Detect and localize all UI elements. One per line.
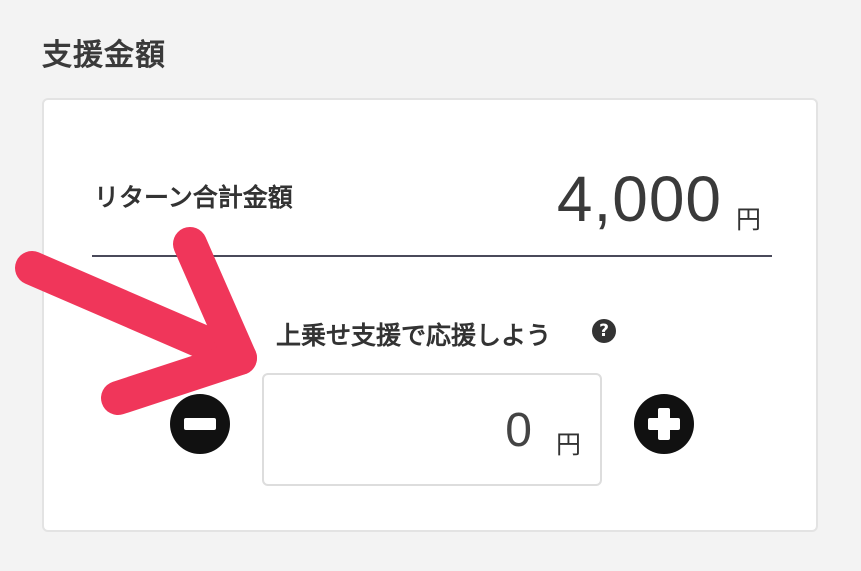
divider bbox=[92, 255, 772, 257]
total-label: リターン合計金額 bbox=[94, 183, 293, 212]
decrease-button[interactable] bbox=[170, 394, 230, 454]
question-circle-icon[interactable]: ? bbox=[592, 319, 616, 343]
page: 支援金額 リターン合計金額 4,000 円 上乗せ支援で応援しよう ? 円 bbox=[0, 0, 861, 571]
extra-amount-unit: 円 bbox=[556, 430, 582, 459]
increase-button[interactable] bbox=[634, 394, 694, 454]
extra-amount-input[interactable] bbox=[274, 395, 532, 465]
extra-support-label: 上乗せ支援で応援しよう bbox=[276, 321, 552, 350]
total-amount: 4,000 bbox=[556, 163, 722, 235]
section-title: 支援金額 bbox=[42, 38, 166, 73]
total-unit: 円 bbox=[736, 205, 762, 234]
minus-circle-icon bbox=[184, 418, 216, 430]
support-amount-card: リターン合計金額 4,000 円 上乗せ支援で応援しよう ? 円 bbox=[42, 98, 818, 532]
extra-amount-field[interactable]: 円 bbox=[262, 373, 602, 486]
